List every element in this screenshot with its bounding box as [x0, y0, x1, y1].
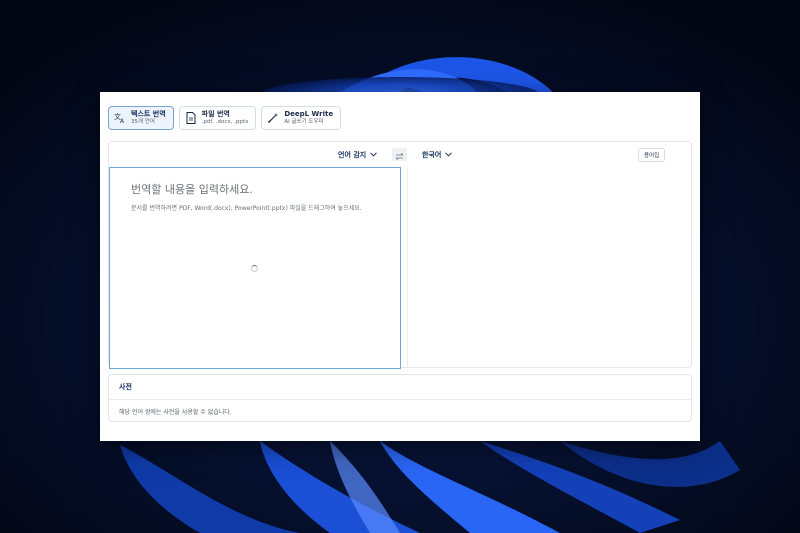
source-placeholder: 번역할 내용을 입력하세요.: [131, 183, 253, 196]
tab-sublabel: .pdf, .docx, .pptx: [201, 118, 249, 125]
document-icon: [185, 112, 197, 124]
target-text-output[interactable]: [407, 167, 691, 367]
source-text-input[interactable]: 번역할 내용을 입력하세요. 문서를 번역하려면 PDF, Word(.docx…: [109, 167, 401, 369]
chevron-down-icon: [370, 151, 378, 159]
source-language-label: 언어 감지: [338, 151, 367, 159]
tab-label: 파일 번역: [201, 109, 230, 118]
drop-file-hint: 문서를 번역하려면 PDF, Word(.docx), PowerPoint(.…: [131, 205, 362, 212]
pen-sparkle-icon: [267, 112, 279, 124]
mode-tabs: 文 A 텍스트 번역 35개 언어 파일 번역 .pdf, .docx, .pp…: [108, 106, 342, 130]
target-language-label: 한국어: [422, 151, 442, 159]
deepl-translator-window: 文 A 텍스트 번역 35개 언어 파일 번역 .pdf, .docx, .pp…: [100, 92, 700, 441]
tab-label: DeepL Write: [284, 109, 334, 118]
glossary-button[interactable]: 용어집: [638, 148, 666, 162]
language-bar: 언어 감지 한국어 용어집: [109, 142, 691, 167]
dictionary-title: 사전: [119, 383, 132, 391]
divider: [109, 399, 691, 400]
tab-text-translation[interactable]: 文 A 텍스트 번역 35개 언어: [108, 106, 174, 130]
loading-spinner-icon: [251, 265, 258, 272]
chevron-down-icon: [445, 151, 453, 159]
tab-file-translation[interactable]: 파일 번역 .pdf, .docx, .pptx: [178, 106, 257, 130]
svg-text:A: A: [120, 118, 125, 124]
tab-sublabel: AI 글쓰기 도우미: [284, 118, 324, 125]
dictionary-panel: 사전 해당 언어 쌍에는 사전을 사용할 수 없습니다.: [108, 374, 692, 422]
source-language-selector[interactable]: 언어 감지: [338, 150, 378, 160]
swap-arrows-icon: [395, 145, 404, 164]
dictionary-unavailable-message: 해당 언어 쌍에는 사전을 사용할 수 없습니다.: [119, 409, 232, 416]
target-language-selector[interactable]: 한국어: [422, 150, 453, 160]
tab-sublabel: 35개 언어: [131, 118, 155, 125]
tab-label: 텍스트 번역: [131, 109, 166, 118]
translate-icon: 文 A: [114, 112, 126, 124]
translation-panel: 언어 감지 한국어 용어집 번역할 내용을 입력하세요. 문서를 번역하려면 P…: [108, 141, 692, 369]
swap-languages-button[interactable]: [392, 148, 407, 161]
tab-deepl-write[interactable]: DeepL Write AI 글쓰기 도우미: [261, 106, 342, 130]
